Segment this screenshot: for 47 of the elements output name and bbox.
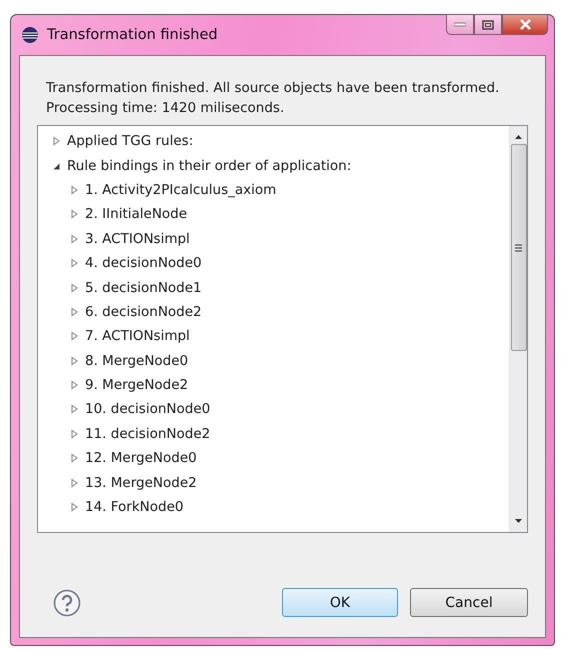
tree-item[interactable]: 6. decisionNode2 — [85, 304, 202, 320]
expand-arrow-icon[interactable] — [70, 282, 79, 293]
tree-item[interactable]: 13. MergeNode2 — [85, 474, 197, 491]
expand-arrow-icon[interactable] — [70, 258, 79, 268]
tree-item[interactable]: 9. MergeNode2 — [85, 377, 188, 394]
message-text: Transformation finished. All source objects have been transformed. — [46, 79, 500, 98]
tree-item[interactable]: 3. ACTIONsimpl — [85, 230, 190, 247]
expand-arrow-icon[interactable] — [52, 136, 61, 146]
close-button[interactable] — [502, 14, 548, 35]
maximize-icon — [482, 20, 494, 30]
tree-item[interactable]: 8. MergeNode0 — [85, 352, 188, 369]
tree-item[interactable]: 2. IInitialeNode — [85, 206, 188, 222]
expand-arrow-icon[interactable] — [70, 453, 79, 464]
tree-item[interactable]: 12. MergeNode0 — [85, 450, 197, 466]
tree-item[interactable]: 10. decisionNode0 — [85, 401, 210, 418]
scrollbar[interactable] — [509, 126, 527, 532]
minimize-button[interactable] — [446, 14, 474, 35]
minimize-icon — [454, 22, 466, 28]
expand-arrow-icon[interactable] — [70, 234, 79, 244]
sphere-icon — [21, 26, 39, 44]
tree-item[interactable]: 11. decisionNode2 — [85, 426, 210, 442]
expand-arrow-icon[interactable] — [70, 428, 79, 439]
expand-arrow-icon[interactable] — [70, 356, 79, 366]
tree-item[interactable]: Rule bindings in their order of application: — [67, 158, 352, 174]
tree-item[interactable]: 5. decisionNode1 — [85, 280, 202, 296]
expand-arrow-icon[interactable] — [70, 184, 79, 195]
expand-arrow-icon[interactable] — [70, 478, 79, 488]
expand-arrow-icon[interactable] — [70, 306, 79, 317]
expand-arrow-icon[interactable] — [70, 380, 79, 390]
tree-item[interactable]: Applied TGG rules: — [67, 133, 194, 150]
grip-icon — [514, 242, 523, 252]
tree-item[interactable]: 7. ACTIONsimpl — [85, 328, 190, 344]
close-icon — [518, 19, 532, 30]
ok-button[interactable]: OK — [282, 588, 398, 617]
scroll-thumb[interactable] — [510, 144, 526, 351]
help-icon[interactable] — [53, 589, 81, 617]
maximize-button[interactable] — [474, 14, 502, 35]
tree-item[interactable]: 14. ForkNode0 — [85, 499, 184, 516]
expand-arrow-icon[interactable] — [70, 502, 79, 512]
tree-item[interactable]: 4. decisionNode0 — [85, 255, 202, 272]
message-text: Processing time: 1420 miliseconds. — [46, 99, 286, 118]
expand-arrow-icon[interactable] — [70, 331, 79, 342]
expand-arrow-icon[interactable] — [70, 209, 79, 220]
cancel-button[interactable]: Cancel — [410, 588, 528, 617]
window-title: Transformation finished — [47, 27, 219, 43]
expand-arrow-icon[interactable] — [70, 404, 79, 414]
tree-item[interactable]: 1. Activity2PIcalculus_axiom — [85, 182, 276, 198]
